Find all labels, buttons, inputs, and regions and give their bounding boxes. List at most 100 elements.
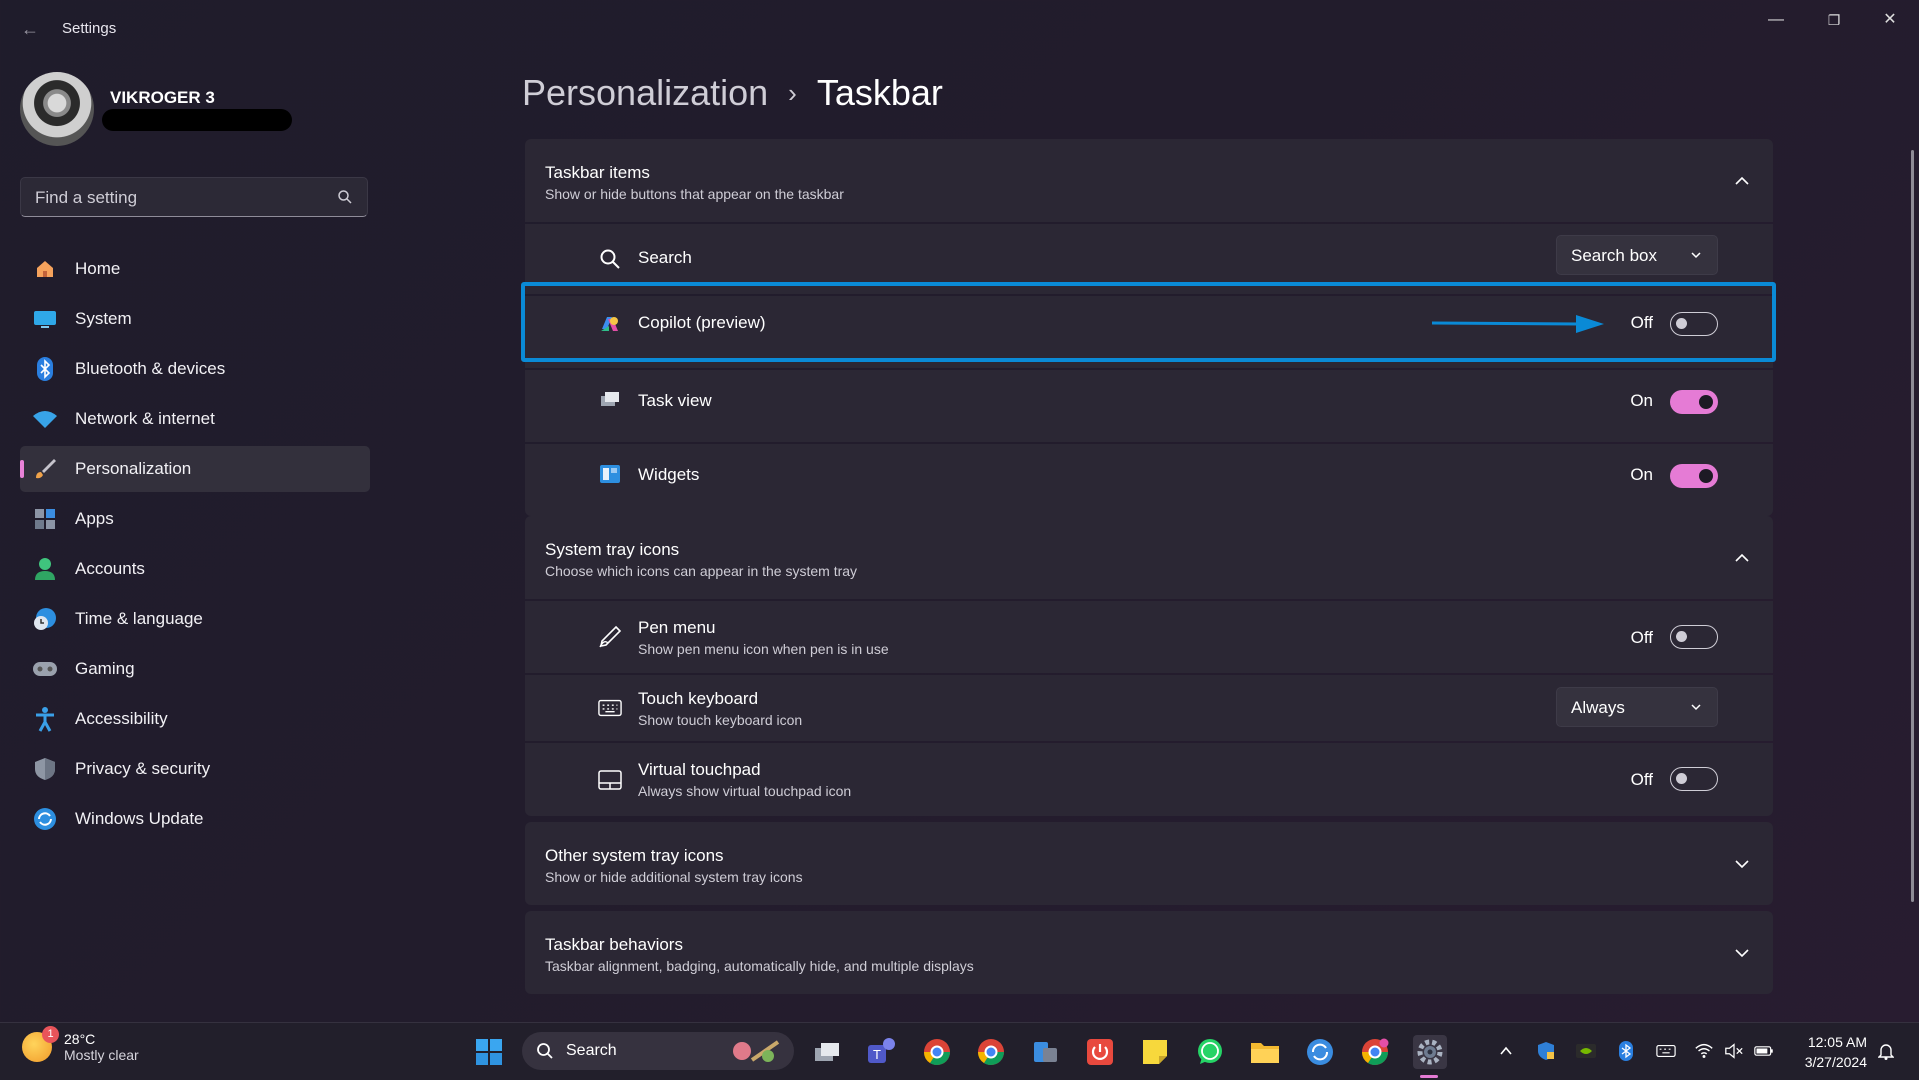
touch-keyboard-dropdown[interactable]: Always bbox=[1556, 687, 1718, 727]
weather-icon: 1 bbox=[22, 1026, 59, 1062]
sidebar-item-label: Personalization bbox=[75, 459, 192, 478]
touch-keyboard-setting-row: Touch keyboard Show touch keyboard icon … bbox=[525, 675, 1773, 741]
keyboard-tray-icon[interactable] bbox=[1656, 1041, 1676, 1061]
sidebar-item-label: Accounts bbox=[75, 559, 145, 578]
brush-icon bbox=[32, 456, 58, 482]
widgets-icon bbox=[598, 462, 622, 486]
pen-menu-toggle[interactable] bbox=[1670, 625, 1718, 649]
toggle-state-label: Off bbox=[1630, 770, 1653, 789]
notification-bell-icon[interactable] bbox=[1876, 1041, 1896, 1061]
search-mode-dropdown[interactable]: Search box bbox=[1556, 235, 1718, 275]
clock-globe-icon bbox=[32, 606, 58, 632]
taskbar-search[interactable]: Search bbox=[522, 1032, 794, 1070]
setting-description: Show touch keyboard icon bbox=[638, 712, 803, 728]
sidebar-item-personalization[interactable]: Personalization bbox=[20, 446, 370, 492]
sidebar-item-label: Network & internet bbox=[75, 409, 215, 428]
volume-muted-icon[interactable] bbox=[1724, 1041, 1744, 1061]
chrome-profile-app-icon[interactable] bbox=[974, 1035, 1008, 1069]
wifi-tray-icon[interactable] bbox=[1694, 1041, 1714, 1061]
bluetooth-icon bbox=[32, 356, 58, 382]
power-app-icon[interactable] bbox=[1083, 1035, 1117, 1069]
other-tray-icons-header[interactable]: Other system tray icons Show or hide add… bbox=[525, 822, 1773, 905]
clock-date: 3/27/2024 bbox=[1804, 1054, 1867, 1070]
clock[interactable]: 12:05 AM 3/27/2024 bbox=[1805, 1032, 1867, 1072]
system-tray-header[interactable]: System tray icons Choose which icons can… bbox=[525, 516, 1773, 599]
weather-temp: 28°C bbox=[64, 1031, 96, 1047]
settings-search[interactable] bbox=[20, 177, 368, 218]
arrow-annotation-icon bbox=[1431, 315, 1604, 333]
sidebar-item-gaming[interactable]: Gaming bbox=[20, 646, 370, 692]
virtual-touchpad-setting-row: Virtual touchpad Always show virtual tou… bbox=[525, 743, 1773, 816]
setting-description: Always show virtual touchpad icon bbox=[638, 783, 852, 799]
toggle-knob bbox=[1699, 395, 1713, 409]
home-icon bbox=[32, 256, 58, 282]
touchpad-icon bbox=[598, 768, 622, 792]
shield-icon bbox=[32, 756, 58, 782]
weather-widget[interactable]: 1 28°C Mostly clear bbox=[22, 1026, 139, 1063]
task-view-button[interactable] bbox=[810, 1035, 844, 1069]
taskbar-behaviors-header[interactable]: Taskbar behaviors Taskbar alignment, bad… bbox=[525, 911, 1773, 994]
chevron-up-icon[interactable] bbox=[1496, 1041, 1516, 1061]
close-button[interactable]: ✕ bbox=[1866, 4, 1914, 36]
sidebar-item-privacy[interactable]: Privacy & security bbox=[20, 746, 370, 792]
whatsapp-app-icon[interactable] bbox=[1193, 1035, 1227, 1069]
sidebar-item-time-language[interactable]: Time & language bbox=[20, 596, 370, 642]
widgets-toggle[interactable] bbox=[1670, 464, 1718, 488]
keyboard-icon bbox=[598, 696, 622, 720]
scrollbar[interactable] bbox=[1911, 150, 1914, 902]
sidebar-item-label: Windows Update bbox=[75, 809, 204, 828]
chrome-alt-app-icon[interactable] bbox=[1358, 1035, 1392, 1069]
maximize-button[interactable]: ❐ bbox=[1810, 4, 1858, 36]
taskbar-items-header[interactable]: Taskbar items Show or hide buttons that … bbox=[525, 139, 1773, 222]
sidebar-item-network[interactable]: Network & internet bbox=[20, 396, 370, 442]
chevron-up-icon[interactable] bbox=[1733, 172, 1751, 190]
accessibility-icon bbox=[32, 706, 58, 732]
chrome-app-icon[interactable] bbox=[920, 1035, 954, 1069]
sidebar-item-bluetooth[interactable]: Bluetooth & devices bbox=[20, 346, 370, 392]
bluetooth-tray-icon[interactable] bbox=[1616, 1041, 1636, 1061]
chevron-down-icon[interactable] bbox=[1733, 855, 1751, 873]
sidebar-item-accounts[interactable]: Accounts bbox=[20, 546, 370, 592]
sidebar-item-label: Accessibility bbox=[75, 709, 168, 728]
sidebar-item-windows-update[interactable]: Windows Update bbox=[20, 796, 370, 842]
virtual-touchpad-toggle[interactable] bbox=[1670, 767, 1718, 791]
sidebar-item-label: Time & language bbox=[75, 609, 203, 628]
pen-menu-setting-row: Pen menu Show pen menu icon when pen is … bbox=[525, 601, 1773, 673]
start-button[interactable] bbox=[472, 1035, 506, 1069]
breadcrumb: Personalization › Taskbar bbox=[522, 72, 943, 114]
toggle-state-label: On bbox=[1630, 391, 1653, 410]
defender-icon[interactable] bbox=[1536, 1041, 1556, 1061]
chevron-up-icon[interactable] bbox=[1733, 549, 1751, 567]
battery-icon[interactable] bbox=[1754, 1041, 1774, 1061]
search-icon[interactable] bbox=[337, 189, 353, 205]
sidebar-item-apps[interactable]: Apps bbox=[20, 496, 370, 542]
back-button[interactable]: ← bbox=[18, 17, 42, 41]
apps-icon bbox=[32, 506, 58, 532]
teams-app-icon[interactable]: T bbox=[864, 1035, 898, 1069]
accounts-icon bbox=[32, 556, 58, 582]
setting-label: Pen menu bbox=[638, 618, 716, 637]
clock-time: 12:05 AM bbox=[1807, 1034, 1867, 1050]
update-icon bbox=[32, 806, 58, 832]
sync-app-icon[interactable] bbox=[1303, 1035, 1337, 1069]
sticky-notes-app-icon[interactable] bbox=[1138, 1035, 1172, 1069]
sidebar-item-system[interactable]: System bbox=[20, 296, 370, 342]
chevron-down-icon[interactable] bbox=[1733, 944, 1751, 962]
settings-app-icon[interactable] bbox=[1413, 1035, 1447, 1069]
phone-link-app-icon[interactable] bbox=[1028, 1035, 1062, 1069]
avatar[interactable] bbox=[20, 72, 94, 146]
sidebar-item-label: Home bbox=[75, 259, 121, 278]
breadcrumb-parent[interactable]: Personalization bbox=[522, 72, 768, 114]
toggle-knob bbox=[1676, 631, 1687, 642]
sidebar-item-label: System bbox=[75, 309, 132, 328]
weather-desc: Mostly clear bbox=[64, 1047, 139, 1063]
task-view-toggle[interactable] bbox=[1670, 390, 1718, 414]
sidebar-item-accessibility[interactable]: Accessibility bbox=[20, 696, 370, 742]
file-explorer-app-icon[interactable] bbox=[1248, 1035, 1282, 1069]
section-subtitle: Show or hide additional system tray icon… bbox=[545, 869, 803, 885]
search-input[interactable] bbox=[33, 178, 327, 218]
nvidia-icon[interactable] bbox=[1576, 1041, 1596, 1061]
dropdown-value: Search box bbox=[1571, 246, 1657, 265]
sidebar-item-home[interactable]: Home bbox=[20, 246, 370, 292]
minimize-button[interactable]: — bbox=[1752, 4, 1800, 36]
